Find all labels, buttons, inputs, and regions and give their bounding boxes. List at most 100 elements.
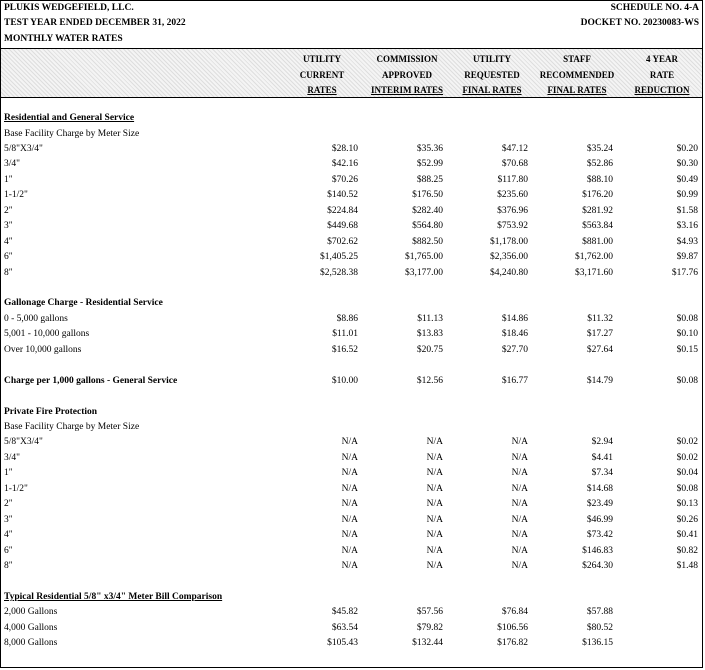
subsection-row: Private Fire Protection (4, 405, 699, 420)
table-row: 8" N/A N/A N/A $264.30 $1.48 (4, 559, 699, 574)
rate-cell: $176.82 (497, 638, 528, 649)
header-line-3: MONTHLY WATER RATES (4, 32, 699, 47)
rate-cell: N/A (426, 499, 443, 510)
rate-cell: $11.01 (332, 329, 358, 340)
row-label: 4" (4, 530, 13, 541)
rate-cell: N/A (511, 561, 528, 571)
rate-cell: $35.24 (586, 143, 613, 154)
rate-cell: $27.70 (501, 344, 528, 355)
table-row: 1" $70.26 $88.25 $117.80 $88.10 $0.49 (4, 173, 699, 188)
rate-cell: $10.00 (331, 375, 358, 386)
column-header-line: RATES (307, 85, 337, 95)
rate-cell: $27.64 (586, 344, 613, 355)
table-row: 3/4" N/A N/A N/A $4.41 $0.02 (4, 451, 699, 466)
row-label: 3" (4, 221, 13, 232)
rate-cell: $0.20 (676, 143, 698, 154)
rate-cell: $881.00 (582, 236, 613, 247)
rate-cell: N/A (341, 483, 358, 494)
schedule-document: PLUKIS WEDGEFIELD, LLC. SCHEDULE NO. 4-A… (0, 0, 703, 668)
rate-cell: N/A (511, 437, 528, 448)
column-header-line: STAFF (563, 54, 591, 64)
row-label: Typical Residential 5/8" x3/4" Meter Bil… (4, 591, 223, 602)
rate-cell: $80.52 (586, 622, 613, 633)
table-row: 1-1/2" N/A N/A N/A $14.68 $0.08 (4, 482, 699, 497)
rate-cell: $1.58 (676, 205, 698, 216)
row-label: 6" (4, 545, 13, 556)
row-label: 4" (4, 236, 13, 247)
rate-cell: $0.26 (676, 514, 698, 525)
row-label: 2,000 Gallons (4, 607, 58, 618)
rate-cell: $35.36 (416, 143, 443, 154)
rate-cell: $106.56 (497, 622, 528, 633)
schedule-number: SCHEDULE NO. 4-A (610, 3, 699, 13)
rate-cell: $0.13 (676, 499, 698, 510)
table-row: 5/8"X3/4" $28.10 $35.36 $47.12 $35.24 $0.20 (4, 142, 699, 157)
rate-cell: N/A (426, 530, 443, 541)
table-row: 6" N/A N/A N/A $146.83 $0.82 (4, 544, 699, 559)
column-header-line: 4 YEAR (646, 54, 678, 64)
rate-cell: $882.50 (412, 236, 443, 247)
rate-cell: $282.40 (412, 205, 443, 216)
table-row: 4" N/A N/A N/A $73.42 $0.41 (4, 528, 699, 543)
rate-cell: $3,177.00 (405, 267, 443, 278)
rate-cell: $14.86 (501, 313, 528, 324)
rate-cell: N/A (426, 561, 443, 571)
rate-cell: $11.32 (587, 313, 613, 324)
rate-cell: $20.75 (416, 344, 443, 355)
rate-cell: $12.56 (416, 375, 443, 386)
row-label: 2" (4, 499, 13, 510)
table-row: 3/4" $42.16 $52.99 $70.68 $52.86 $0.30 (4, 157, 699, 172)
rate-cell: N/A (341, 561, 358, 571)
rate-cell: N/A (341, 437, 358, 448)
rate-cell: $136.15 (582, 638, 613, 649)
rate-cell: $3,171.60 (575, 267, 613, 278)
rate-cell: N/A (511, 514, 528, 525)
rate-cell: $235.60 (497, 190, 528, 201)
column-header-line: APPROVED (382, 69, 432, 80)
table-row: 2,000 Gallons $45.82 $57.56 $76.84 $57.88 (4, 605, 699, 620)
row-label: 4,000 Gallons (4, 622, 58, 633)
column-header-1: UTILITY CURRENT RATES (277, 52, 367, 99)
table-row: 0 - 5,000 gallons $8.86 $11.13 $14.86 $11.32… (4, 312, 699, 327)
rate-cell: N/A (511, 452, 528, 463)
rate-cell: $13.83 (416, 329, 443, 340)
column-header-line: CURRENT (299, 69, 345, 80)
row-label: 3" (4, 514, 13, 525)
rate-cell: N/A (341, 468, 358, 479)
rate-cell: $17.76 (671, 267, 698, 278)
rate-cell: $16.52 (331, 344, 358, 355)
rate-cell: $224.84 (327, 205, 358, 216)
rate-cell: $0.99 (676, 190, 698, 201)
row-label: 6" (4, 252, 13, 262)
rate-cell: N/A (341, 499, 358, 510)
row-label: 5/8"X3/4" (4, 437, 43, 448)
row-label: Over 10,000 gallons (4, 344, 82, 355)
row-label: 8" (4, 267, 13, 278)
table-row: 4,000 Gallons $63.54 $79.82 $106.56 $80.52 (4, 621, 699, 636)
column-header-band: UTILITY CURRENT RATES COMMISSION APPROVED INT… (1, 48, 702, 98)
row-label: 1" (4, 174, 13, 185)
rate-cell: $0.08 (676, 483, 698, 494)
row-label: Residential and General Service (4, 113, 135, 123)
rate-cell: $0.49 (676, 174, 698, 185)
rate-cell: $176.50 (412, 190, 443, 201)
rate-cell: $1,405.25 (320, 252, 358, 262)
rate-cell: $63.54 (331, 622, 358, 633)
table-row: 1" N/A N/A N/A $7.34 $0.04 (4, 466, 699, 481)
rate-cell: $2,356.00 (490, 252, 528, 262)
subsection-row: Gallonage Charge - Residential Service (4, 296, 699, 311)
rate-cell: N/A (341, 530, 358, 541)
rate-cell: $76.84 (501, 607, 528, 618)
rate-cell: N/A (341, 514, 358, 525)
rate-cell: N/A (341, 452, 358, 463)
row-label: 3/4" (4, 159, 21, 170)
row-label: 1" (4, 468, 13, 479)
table-row: 5/8"X3/4" N/A N/A N/A $2.94 $0.02 (4, 435, 699, 450)
section-row: Typical Residential 5/8" x3/4" Meter Bil… (4, 590, 699, 605)
company-name: PLUKIS WEDGEFIELD, LLC. (4, 3, 134, 13)
row-label: Base Facility Charge by Meter Size (4, 128, 140, 139)
docket-number: DOCKET NO. 20230083-WS (580, 18, 699, 28)
rate-cell: $23.49 (586, 499, 613, 510)
rate-cell: N/A (426, 514, 443, 525)
rate-cell: $70.68 (501, 159, 528, 170)
